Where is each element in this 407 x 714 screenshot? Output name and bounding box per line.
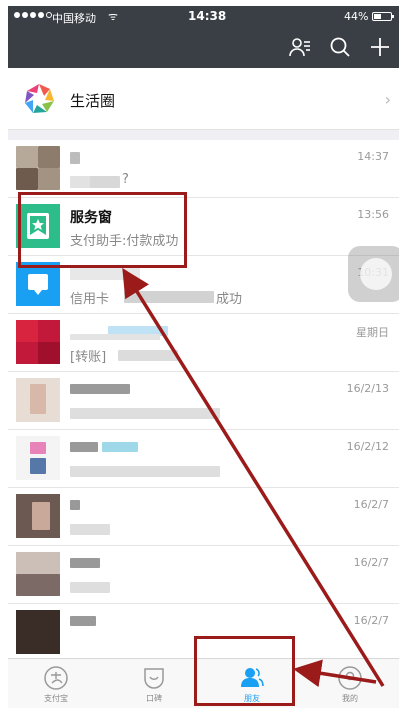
annotation-arrows	[122, 268, 385, 688]
arrow-to-friends-tab	[293, 659, 377, 688]
arrow-to-service-window	[122, 268, 385, 687]
app-frame: 中国移动 ᯤ 14:38 44% 生活圈 › ? 14:37 服务窗 支付助手:…	[8, 6, 399, 708]
